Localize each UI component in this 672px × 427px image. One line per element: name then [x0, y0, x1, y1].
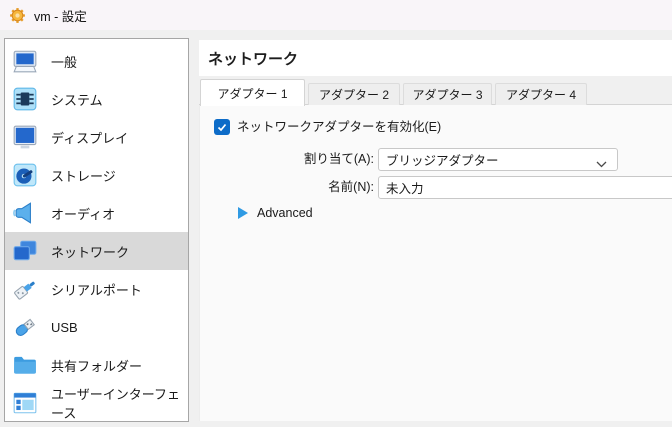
settings-category-list: 一般 システム ディスプレイ ストレージ オーディオ ネットワーク [4, 38, 189, 422]
display-monitor-icon [12, 124, 38, 150]
storage-disk-icon [12, 162, 38, 188]
sidebar-item-label: 共有フォルダー [51, 356, 142, 375]
window-titlebar: vm - 設定 [0, 0, 672, 30]
adapter1-panel: ネットワークアダプターを有効化(E) 割り当て(A): ブリッジアダプター 名前… [199, 105, 672, 421]
expander-arrow-icon [238, 207, 248, 219]
sidebar-item-label: ユーザーインターフェース [51, 384, 188, 422]
adapter-tabbar: アダプター 1 アダプター 2 アダプター 3 アダプター 4 [199, 76, 672, 105]
page-title-text: ネットワーク [208, 48, 298, 69]
user-interface-window-icon [12, 390, 38, 416]
sidebar-item-label: 一般 [51, 52, 77, 71]
sidebar-item-usb[interactable]: USB [5, 308, 188, 346]
sidebar-item-system[interactable]: システム [5, 80, 188, 118]
enable-network-adapter-label: ネットワークアダプターを有効化(E) [237, 120, 441, 135]
tab-adapter-4[interactable]: アダプター 4 [495, 83, 587, 105]
enable-network-adapter-checkbox[interactable] [214, 119, 230, 135]
name-combobox[interactable]: 未入力 [378, 176, 672, 199]
sidebar-item-label: USB [51, 320, 78, 335]
name-value: 未入力 [386, 178, 424, 197]
sidebar-item-label: オーディオ [51, 204, 115, 223]
sidebar-item-label: ストレージ [51, 166, 116, 185]
usb-plug-icon [12, 314, 38, 340]
sidebar-item-user-interface[interactable]: ユーザーインターフェース [5, 384, 188, 422]
shared-folder-icon [12, 352, 38, 378]
tab-adapter-3[interactable]: アダプター 3 [403, 83, 492, 105]
serial-port-plug-icon [12, 276, 38, 302]
chevron-down-icon [596, 157, 607, 171]
sidebar-item-display[interactable]: ディスプレイ [5, 118, 188, 156]
sidebar-item-audio[interactable]: オーディオ [5, 194, 188, 232]
sidebar-item-label: ディスプレイ [51, 128, 128, 147]
network-monitors-icon [12, 238, 38, 264]
tab-adapter-2[interactable]: アダプター 2 [308, 83, 400, 105]
checkmark-icon [216, 121, 228, 133]
tab-adapter-1[interactable]: アダプター 1 [200, 79, 305, 106]
name-label: 名前(N): [200, 176, 374, 199]
sidebar-item-shared-folders[interactable]: 共有フォルダー [5, 346, 188, 384]
sidebar-item-label: シリアルポート [51, 280, 142, 299]
attached-to-value: ブリッジアダプター [386, 150, 499, 169]
audio-speaker-icon [12, 200, 38, 226]
sidebar-item-general[interactable]: 一般 [5, 42, 188, 80]
sidebar-item-label: ネットワーク [51, 242, 129, 261]
tab-label: アダプター 1 [217, 85, 287, 102]
advanced-label: Advanced [257, 206, 313, 220]
sidebar-item-label: システム [51, 90, 103, 109]
window-title: vm - 設定 [34, 6, 87, 25]
page-title: ネットワーク [199, 40, 672, 76]
sidebar-item-network[interactable]: ネットワーク [5, 232, 188, 270]
tab-label: アダプター 3 [412, 86, 482, 103]
advanced-expander[interactable]: Advanced [238, 204, 313, 222]
system-chip-icon [12, 86, 38, 112]
virtualbox-settings-gear-icon [9, 7, 26, 24]
general-monitor-icon [12, 48, 38, 74]
tab-label: アダプター 4 [506, 86, 576, 103]
attached-to-combobox[interactable]: ブリッジアダプター [378, 148, 618, 171]
attached-to-label: 割り当て(A): [200, 148, 374, 171]
tab-label: アダプター 2 [319, 86, 389, 103]
sidebar-item-serial-ports[interactable]: シリアルポート [5, 270, 188, 308]
sidebar-item-storage[interactable]: ストレージ [5, 156, 188, 194]
